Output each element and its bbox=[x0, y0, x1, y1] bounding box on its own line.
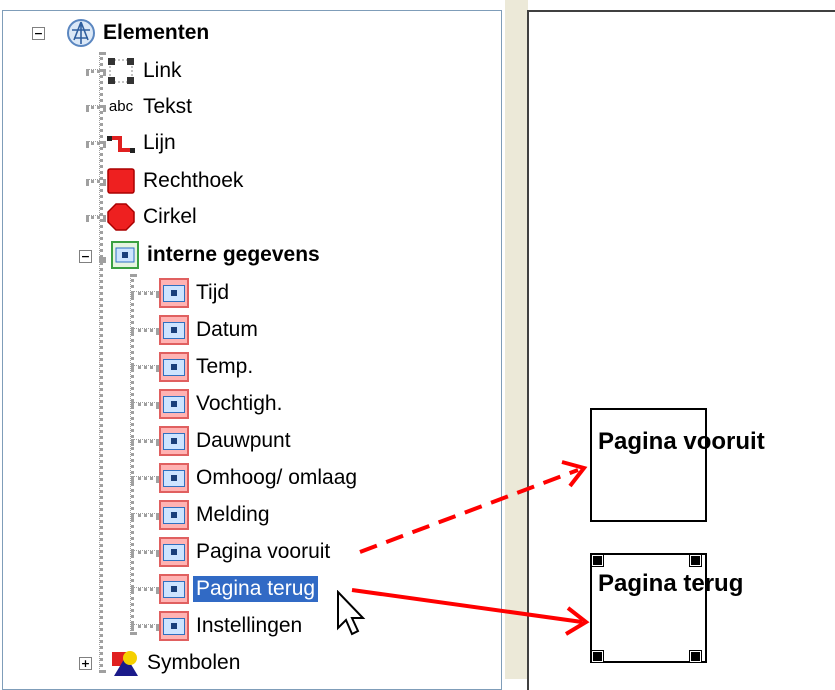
expand-symbols-button[interactable]: + bbox=[79, 657, 92, 670]
line-icon bbox=[106, 128, 136, 158]
tree-item-label: Instellingen bbox=[196, 614, 303, 637]
tree-item-label: Melding bbox=[196, 503, 270, 526]
tree-item-label-selected: Pagina terug bbox=[193, 576, 319, 602]
resize-handle[interactable] bbox=[689, 554, 702, 567]
resize-handle[interactable] bbox=[689, 650, 702, 663]
tree-item-label: Pagina vooruit bbox=[196, 540, 331, 563]
collapse-root-button[interactable]: − bbox=[32, 27, 45, 40]
tree-item-symbols[interactable]: Symbolen bbox=[110, 646, 243, 680]
tree-connector bbox=[131, 439, 159, 443]
tree-item-message[interactable]: Melding bbox=[131, 498, 273, 532]
page-back-element-label: Pagina terug bbox=[598, 570, 744, 597]
tree-connector bbox=[131, 587, 159, 591]
resize-handle[interactable] bbox=[591, 554, 604, 567]
internal-data-group-icon bbox=[110, 240, 140, 270]
symbols-icon bbox=[110, 648, 140, 678]
page-forward-element[interactable] bbox=[590, 408, 707, 522]
tree-connector bbox=[131, 365, 159, 369]
link-icon bbox=[106, 56, 136, 86]
data-value-icon bbox=[159, 463, 189, 493]
tree-item-label: Rechthoek bbox=[143, 169, 244, 192]
tree-connector bbox=[131, 291, 159, 295]
tree-item-label: Symbolen bbox=[147, 651, 241, 674]
data-value-icon bbox=[159, 611, 189, 641]
tree-item-label: Lijn bbox=[143, 131, 176, 154]
tree-item-up-down[interactable]: Omhoog/ omlaag bbox=[131, 461, 360, 495]
resize-handle[interactable] bbox=[591, 650, 604, 663]
data-value-icon bbox=[159, 389, 189, 419]
tree-item-label: Temp. bbox=[196, 355, 254, 378]
tree-item-settings[interactable]: Instellingen bbox=[131, 609, 305, 643]
tree-connector bbox=[86, 105, 106, 109]
panel-splitter[interactable] bbox=[505, 0, 528, 679]
mouse-cursor-icon bbox=[336, 589, 366, 640]
tree-item-time[interactable]: Tijd bbox=[131, 276, 232, 310]
tree-item-page-forward[interactable]: Pagina vooruit bbox=[131, 535, 333, 569]
tree-item-link[interactable]: Link bbox=[86, 54, 185, 88]
tree-item-circle[interactable]: Cirkel bbox=[86, 200, 200, 234]
data-value-icon bbox=[159, 500, 189, 530]
tree-item-page-back[interactable]: Pagina terug bbox=[131, 572, 319, 606]
tree-item-line[interactable]: Lijn bbox=[86, 126, 179, 160]
tree-item-text[interactable]: abc Tekst bbox=[86, 90, 195, 124]
collapse-group-button[interactable]: − bbox=[79, 250, 92, 263]
data-value-icon bbox=[159, 537, 189, 567]
tree-guide bbox=[99, 257, 103, 673]
tree-connector bbox=[131, 476, 159, 480]
tree-root[interactable]: Elementen bbox=[66, 16, 212, 50]
tree-item-temp[interactable]: Temp. bbox=[131, 350, 256, 384]
data-value-icon bbox=[159, 278, 189, 308]
tree-item-rectangle[interactable]: Rechthoek bbox=[86, 164, 246, 198]
tree-group-internal-data[interactable]: interne gegevens bbox=[110, 238, 323, 272]
tree-connector bbox=[131, 550, 159, 554]
tree-item-label: Tekst bbox=[143, 95, 193, 118]
tree-group-label: interne gegevens bbox=[147, 243, 320, 266]
text-icon: abc bbox=[108, 98, 134, 115]
element-tree-panel: − Elementen Link abc Tekst Lijn Rechthoe… bbox=[0, 0, 503, 690]
tree-item-label: Omhoog/ omlaag bbox=[196, 466, 358, 489]
tree-item-label: Cirkel bbox=[143, 205, 197, 228]
tree-item-label: Datum bbox=[196, 318, 258, 341]
elements-globe-icon bbox=[66, 18, 96, 48]
page-forward-element-label: Pagina vooruit bbox=[598, 428, 765, 455]
data-value-icon bbox=[159, 352, 189, 382]
tree-item-label: Link bbox=[143, 59, 182, 82]
tree-item-label: Vochtigh. bbox=[196, 392, 283, 415]
tree-root-label: Elementen bbox=[103, 21, 210, 44]
tree-connector bbox=[86, 141, 106, 145]
tree-item-date[interactable]: Datum bbox=[131, 313, 261, 347]
tree-item-label: Dauwpunt bbox=[196, 429, 291, 452]
tree-connector bbox=[131, 513, 159, 517]
tree-item-dewpoint[interactable]: Dauwpunt bbox=[131, 424, 294, 458]
tree-connector bbox=[86, 179, 106, 183]
tree-item-humidity[interactable]: Vochtigh. bbox=[131, 387, 285, 421]
tree-connector bbox=[86, 215, 106, 219]
tree-connector bbox=[131, 328, 159, 332]
tree-connector bbox=[131, 624, 159, 628]
data-value-icon bbox=[159, 574, 189, 604]
tree-connector bbox=[131, 402, 159, 406]
tree-connector bbox=[86, 69, 106, 73]
circle-icon bbox=[106, 202, 136, 232]
data-value-icon bbox=[159, 426, 189, 456]
tree-item-label: Tijd bbox=[196, 281, 230, 304]
rectangle-icon bbox=[106, 166, 136, 196]
data-value-icon bbox=[159, 315, 189, 345]
